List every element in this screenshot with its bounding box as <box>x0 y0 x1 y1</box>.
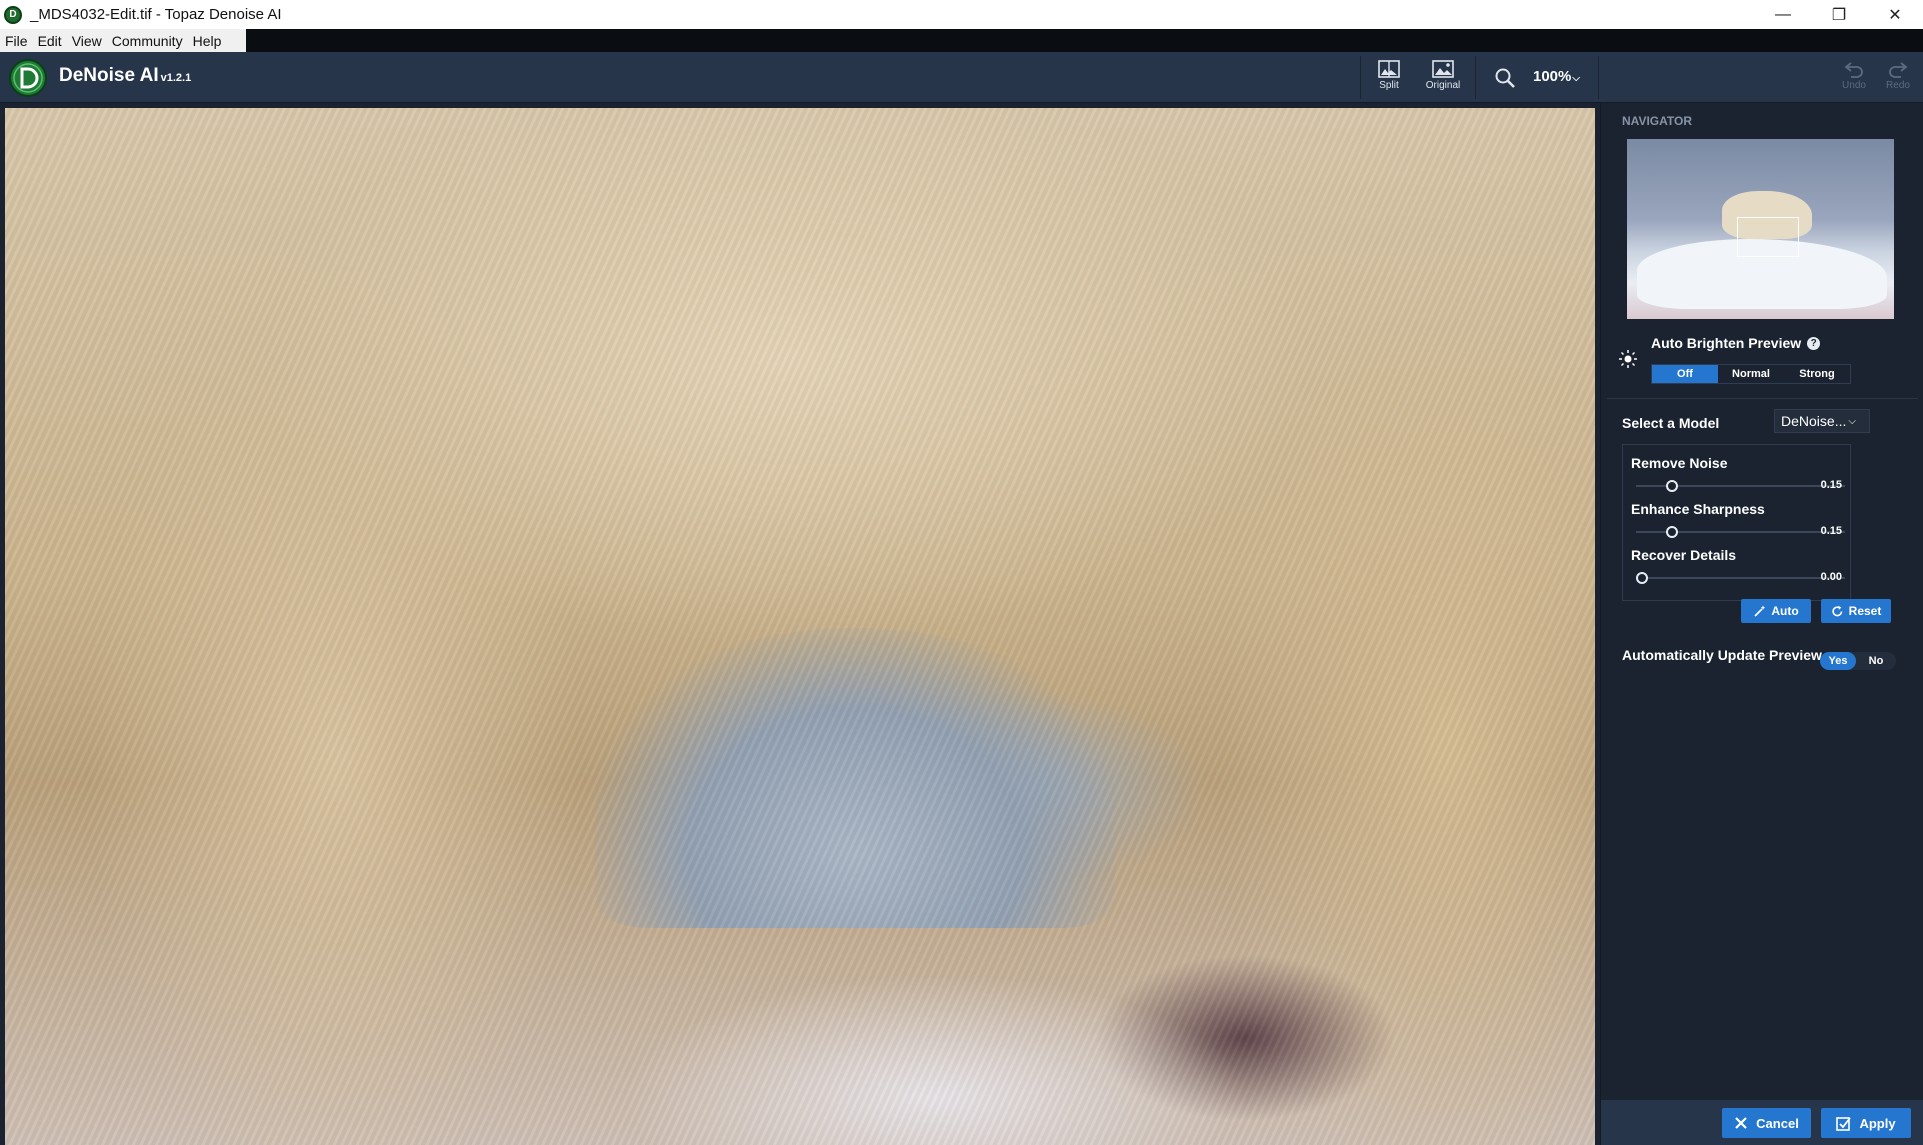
recover-details-value: 0.00 <box>1820 571 1842 583</box>
navigator-thumbnail[interactable] <box>1627 139 1894 319</box>
wand-icon <box>1754 605 1766 617</box>
remove-noise-value: 0.15 <box>1820 479 1842 491</box>
footer-bar: Cancel Apply <box>1601 1100 1923 1145</box>
recover-details-label: Recover Details <box>1631 547 1737 563</box>
toolbar-divider <box>1475 56 1476 99</box>
split-icon <box>1378 60 1400 78</box>
brighten-off-option[interactable]: Off <box>1652 365 1718 383</box>
menu-help[interactable]: Help <box>188 33 227 49</box>
section-divider <box>1607 398 1918 399</box>
redo-icon <box>1889 62 1908 78</box>
app-icon: D <box>4 5 22 24</box>
redo-button[interactable]: Redo <box>1873 60 1923 98</box>
preview-texture <box>5 108 1595 1145</box>
restore-button[interactable]: ❐ <box>1811 0 1867 29</box>
auto-brighten-options: Off Normal Strong <box>1651 364 1851 384</box>
auto-update-label: Automatically Update Preview <box>1622 647 1822 663</box>
recover-details-knob[interactable] <box>1636 572 1648 584</box>
app-toolbar: DeNoise AI v1.2.1 Split Original 100%⌵ Un… <box>0 52 1923 103</box>
original-icon <box>1432 60 1454 78</box>
cancel-button[interactable]: Cancel <box>1722 1108 1811 1138</box>
brighten-strong-option[interactable]: Strong <box>1784 365 1850 383</box>
settings-panel: NAVIGATOR Auto Brighten Preview ? Off No… <box>1600 103 1923 1145</box>
undo-icon <box>1844 62 1863 78</box>
split-label: Split <box>1379 80 1399 91</box>
auto-update-no[interactable]: No <box>1856 655 1896 667</box>
auto-brighten-heading: Auto Brighten Preview ? <box>1651 335 1821 351</box>
window-titlebar: D _MDS4032-Edit.tif - Topaz Denoise AI —… <box>0 0 1923 29</box>
chevron-down-icon: ⌵ <box>1572 73 1580 84</box>
menu-view[interactable]: View <box>67 33 107 49</box>
close-icon <box>1735 1117 1747 1129</box>
auto-button[interactable]: Auto <box>1741 599 1811 623</box>
menu-bar: File Edit View Community Help <box>0 29 1923 52</box>
remove-noise-knob[interactable] <box>1666 480 1678 492</box>
select-model-label: Select a Model <box>1622 415 1720 431</box>
auto-update-yes[interactable]: Yes <box>1820 652 1856 670</box>
enhance-sharpness-value: 0.15 <box>1820 525 1842 537</box>
check-icon <box>1836 1116 1852 1131</box>
window-controls: — ❐ ✕ <box>1755 0 1923 29</box>
menu-file[interactable]: File <box>0 33 33 49</box>
split-button[interactable]: Split <box>1364 60 1414 98</box>
chevron-down-icon: ⌵ <box>1848 415 1856 427</box>
slider-group: Remove Noise 0.15 Enhance Sharpness 0.15… <box>1622 444 1851 601</box>
original-button[interactable]: Original <box>1418 60 1468 98</box>
reset-icon <box>1831 605 1842 616</box>
toolbar-divider <box>1598 56 1599 99</box>
menu-edit[interactable]: Edit <box>33 33 67 49</box>
redo-label: Redo <box>1886 80 1910 91</box>
app-brand: DeNoise AI v1.2.1 <box>59 65 192 86</box>
navigator-label: NAVIGATOR <box>1622 114 1693 128</box>
reset-button[interactable]: Reset <box>1821 599 1891 623</box>
menu-community[interactable]: Community <box>107 33 188 49</box>
auto-update-toggle[interactable]: Yes No <box>1820 652 1896 670</box>
minimize-button[interactable]: — <box>1755 0 1811 29</box>
recover-details-track[interactable] <box>1636 577 1845 579</box>
auto-brighten-label: Auto Brighten Preview <box>1651 335 1802 351</box>
enhance-sharpness-label: Enhance Sharpness <box>1631 501 1765 517</box>
image-preview-canvas[interactable] <box>5 108 1595 1145</box>
window-title: _MDS4032-Edit.tif - Topaz Denoise AI <box>30 6 282 23</box>
toolbar-divider <box>1360 56 1361 99</box>
app-version: v1.2.1 <box>160 72 192 84</box>
sun-icon <box>1619 350 1637 368</box>
brighten-normal-option[interactable]: Normal <box>1718 365 1784 383</box>
close-window-button[interactable]: ✕ <box>1867 0 1923 29</box>
navigator-viewport-box[interactable] <box>1737 217 1799 257</box>
undo-button[interactable]: Undo <box>1829 60 1879 98</box>
zoom-icon[interactable] <box>1494 67 1516 89</box>
undo-label: Undo <box>1842 80 1866 91</box>
enhance-sharpness-knob[interactable] <box>1666 526 1678 538</box>
help-icon[interactable]: ? <box>1807 336 1821 350</box>
remove-noise-label: Remove Noise <box>1631 455 1728 471</box>
model-dropdown[interactable]: DeNoise... ⌵ <box>1774 409 1870 433</box>
denoise-logo-icon <box>9 59 47 97</box>
original-label: Original <box>1425 80 1461 91</box>
apply-button[interactable]: Apply <box>1821 1108 1911 1138</box>
zoom-dropdown[interactable]: 100%⌵ <box>1533 68 1580 85</box>
